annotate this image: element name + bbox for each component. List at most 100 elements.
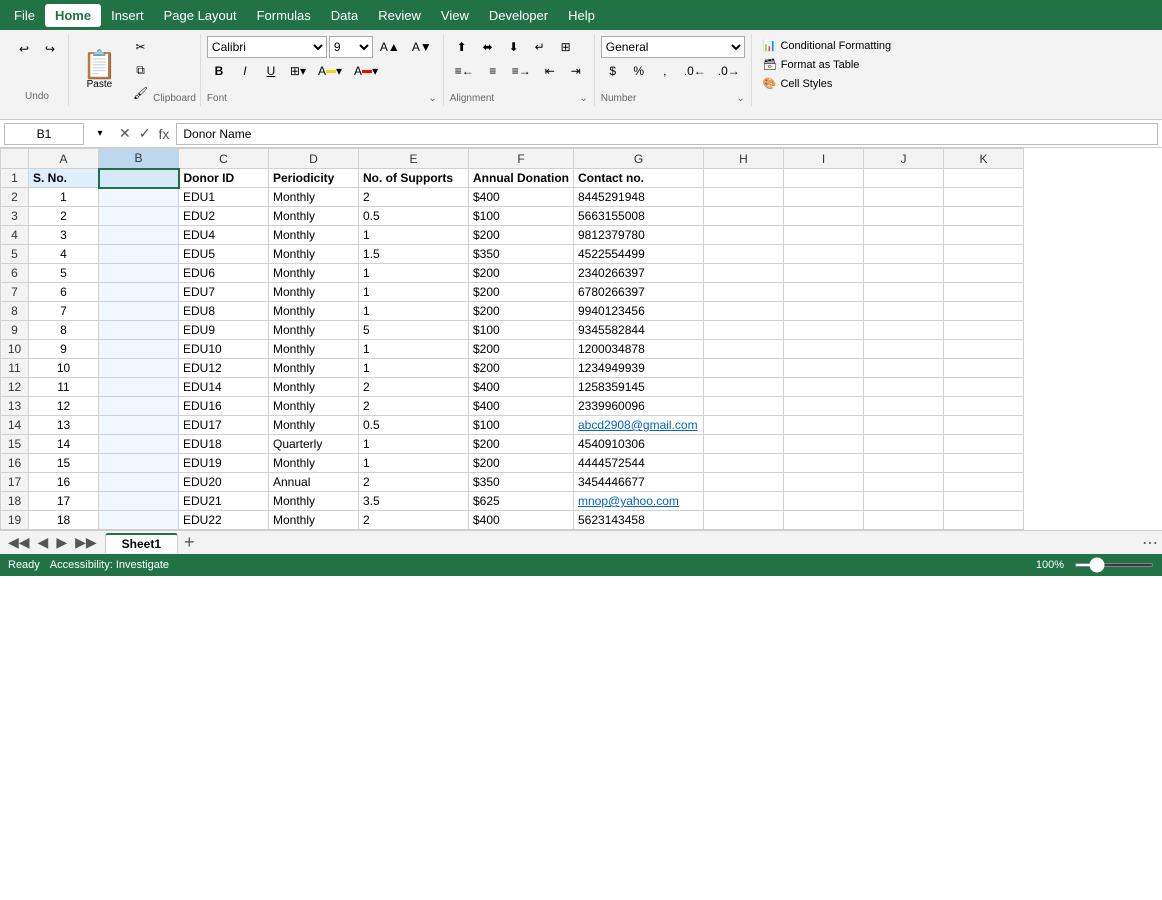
decrease-decimal-button[interactable]: .0← [679, 60, 711, 82]
cell-periodicity-2[interactable]: Monthly [269, 188, 359, 207]
cell-k-3[interactable] [944, 207, 1024, 226]
cell-donation-10[interactable]: $200 [469, 340, 574, 359]
cell-i-14[interactable] [784, 416, 864, 435]
cell-donation-5[interactable]: $350 [469, 245, 574, 264]
cell-i-7[interactable] [784, 283, 864, 302]
row-num-11[interactable]: 11 [1, 359, 29, 378]
cell-donor-name-2[interactable] [99, 188, 179, 207]
cell-donor-name-4[interactable] [99, 226, 179, 245]
cell-donor-name-19[interactable] [99, 511, 179, 530]
cell-supports-18[interactable]: 3.5 [359, 492, 469, 511]
row-num-3[interactable]: 3 [1, 207, 29, 226]
cell-sno-6[interactable]: 5 [29, 264, 99, 283]
cell-supports-3[interactable]: 0.5 [359, 207, 469, 226]
add-sheet-button[interactable]: + [184, 532, 195, 553]
cell-donor-name-9[interactable] [99, 321, 179, 340]
header-contact[interactable]: Contact no. [574, 169, 704, 188]
menu-help[interactable]: Help [558, 4, 605, 27]
cell-donation-6[interactable]: $200 [469, 264, 574, 283]
italic-button[interactable]: I [233, 60, 257, 82]
cell-k-10[interactable] [944, 340, 1024, 359]
cell-periodicity-15[interactable]: Quarterly [269, 435, 359, 454]
cell-periodicity-14[interactable]: Monthly [269, 416, 359, 435]
row-num-10[interactable]: 10 [1, 340, 29, 359]
cell-j-12[interactable] [864, 378, 944, 397]
cell-h-18[interactable] [704, 492, 784, 511]
cell-h-15[interactable] [704, 435, 784, 454]
row-num-16[interactable]: 16 [1, 454, 29, 473]
cell-donation-11[interactable]: $200 [469, 359, 574, 378]
comma-button[interactable]: , [653, 60, 677, 82]
header-k[interactable] [944, 169, 1024, 188]
row-num-12[interactable]: 12 [1, 378, 29, 397]
align-center-button[interactable]: ≡ [481, 60, 505, 82]
cell-supports-11[interactable]: 1 [359, 359, 469, 378]
cell-j-17[interactable] [864, 473, 944, 492]
cell-periodicity-9[interactable]: Monthly [269, 321, 359, 340]
cell-donor-id-14[interactable]: EDU17 [179, 416, 269, 435]
cell-donation-18[interactable]: $625 [469, 492, 574, 511]
cell-donor-name-8[interactable] [99, 302, 179, 321]
cell-sno-8[interactable]: 7 [29, 302, 99, 321]
cell-supports-19[interactable]: 2 [359, 511, 469, 530]
row-num-8[interactable]: 8 [1, 302, 29, 321]
row-num-7[interactable]: 7 [1, 283, 29, 302]
cell-k-19[interactable] [944, 511, 1024, 530]
cell-supports-10[interactable]: 1 [359, 340, 469, 359]
cell-contact-6[interactable]: 2340266397 [574, 264, 704, 283]
cell-k-13[interactable] [944, 397, 1024, 416]
cancel-formula-button[interactable]: ✕ [116, 125, 134, 142]
cell-sno-18[interactable]: 17 [29, 492, 99, 511]
header-periodicity[interactable]: Periodicity [269, 169, 359, 188]
cell-donation-16[interactable]: $200 [469, 454, 574, 473]
cell-donor-id-15[interactable]: EDU18 [179, 435, 269, 454]
font-color-button[interactable]: A▾ [349, 60, 383, 82]
undo-button[interactable]: ↩ [12, 38, 36, 60]
format-as-table-button[interactable]: 🗃 Format as Table [758, 55, 896, 74]
row-num-15[interactable]: 15 [1, 435, 29, 454]
cell-contact-12[interactable]: 1258359145 [574, 378, 704, 397]
cell-periodicity-17[interactable]: Annual [269, 473, 359, 492]
cell-k-8[interactable] [944, 302, 1024, 321]
cell-donor-id-12[interactable]: EDU14 [179, 378, 269, 397]
cell-sno-2[interactable]: 1 [29, 188, 99, 207]
cell-periodicity-10[interactable]: Monthly [269, 340, 359, 359]
cell-periodicity-12[interactable]: Monthly [269, 378, 359, 397]
cell-k-18[interactable] [944, 492, 1024, 511]
cell-sno-11[interactable]: 10 [29, 359, 99, 378]
cell-styles-button[interactable]: 🎨 Cell Styles [758, 74, 896, 93]
cell-periodicity-19[interactable]: Monthly [269, 511, 359, 530]
sheet-nav-prev[interactable]: ◀ [34, 534, 53, 551]
cell-contact-7[interactable]: 6780266397 [574, 283, 704, 302]
cell-periodicity-4[interactable]: Monthly [269, 226, 359, 245]
cell-periodicity-16[interactable]: Monthly [269, 454, 359, 473]
menu-file[interactable]: File [4, 4, 45, 27]
cell-k-6[interactable] [944, 264, 1024, 283]
cell-contact-18[interactable]: mnop@yahoo.com [574, 492, 704, 511]
menu-formulas[interactable]: Formulas [247, 4, 321, 27]
cell-i-8[interactable] [784, 302, 864, 321]
cell-supports-5[interactable]: 1.5 [359, 245, 469, 264]
cell-reference-input[interactable] [4, 123, 84, 145]
align-bottom-button[interactable]: ⬇ [502, 36, 526, 58]
cell-donor-name-3[interactable] [99, 207, 179, 226]
paste-button[interactable]: 📋 Paste [73, 36, 126, 104]
col-header-c[interactable]: C [179, 149, 269, 169]
header-donor-id[interactable]: Donor ID [179, 169, 269, 188]
increase-font-button[interactable]: A▲ [375, 36, 405, 58]
expand-namebox-button[interactable]: ▾ [88, 123, 112, 145]
cell-j-9[interactable] [864, 321, 944, 340]
cell-sno-4[interactable]: 3 [29, 226, 99, 245]
menu-review[interactable]: Review [368, 4, 431, 27]
header-sno[interactable]: S. No. [29, 169, 99, 188]
col-header-k[interactable]: K [944, 149, 1024, 169]
cell-contact-5[interactable]: 4522554499 [574, 245, 704, 264]
cell-contact-11[interactable]: 1234949939 [574, 359, 704, 378]
cell-h-19[interactable] [704, 511, 784, 530]
sheet-nav-right[interactable]: ▶▶ [71, 534, 101, 551]
cell-k-16[interactable] [944, 454, 1024, 473]
wrap-text-button[interactable]: ↵ [528, 36, 552, 58]
cell-donor-name-12[interactable] [99, 378, 179, 397]
align-left-button[interactable]: ≡← [450, 60, 479, 82]
cell-donor-name-7[interactable] [99, 283, 179, 302]
